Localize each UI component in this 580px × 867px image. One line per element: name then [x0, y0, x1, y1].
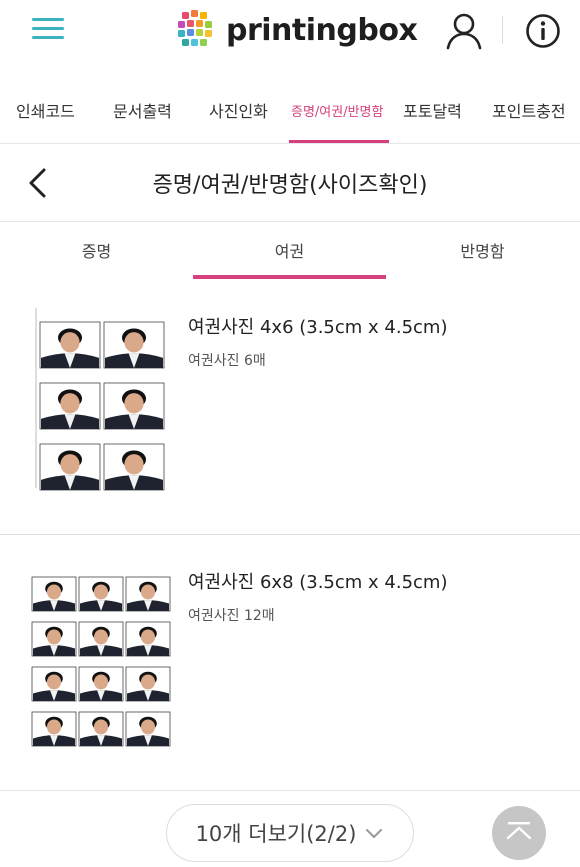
category-id-passport[interactable]: 증명/여권/반명함 [291, 101, 383, 120]
portrait-tile [78, 621, 124, 657]
portrait-tile [78, 576, 124, 612]
passport-4x6-thumbnail [34, 308, 170, 498]
portrait-tile [103, 321, 165, 369]
portrait-tile [39, 321, 101, 369]
portrait-tile [125, 576, 171, 612]
portrait-tile [125, 621, 171, 657]
portrait-tile [78, 666, 124, 702]
category-active-underline [289, 140, 389, 143]
product-item-4x6[interactable]: 여권사진 4x6 (3.5cm x 4.5cm) 여권사진 6매 [0, 300, 580, 534]
portrait-tile [31, 576, 77, 612]
product-subtitle: 여권사진 12매 [188, 608, 275, 624]
tab-passport[interactable]: 여권 [193, 238, 386, 262]
tab-id-photo[interactable]: 증명 [0, 238, 193, 262]
load-more-button[interactable]: 10개 더보기(2/2) [166, 804, 414, 862]
portrait-tile [103, 382, 165, 430]
category-print-code[interactable]: 인쇄코드 [16, 98, 75, 122]
portrait-tile [31, 711, 77, 747]
scroll-to-top-icon[interactable] [492, 806, 546, 860]
tab-half-business-card[interactable]: 반명함 [386, 238, 579, 262]
portrait-tile [103, 443, 165, 491]
product-title: 여권사진 4x6 (3.5cm x 4.5cm) [188, 317, 448, 338]
product-divider [0, 534, 580, 535]
portrait-tile [78, 711, 124, 747]
page-title: 증명/여권/반명함(사이즈확인) [152, 173, 428, 198]
product-title: 여권사진 6x8 (3.5cm x 4.5cm) [188, 572, 448, 593]
load-more-label: 10개 더보기(2/2) [195, 822, 357, 846]
portrait-tile [125, 666, 171, 702]
portrait-tile [125, 711, 171, 747]
product-subtitle: 여권사진 6매 [188, 353, 266, 369]
passport-6x8-thumbnail [30, 575, 176, 751]
logo-text: printingbox [226, 12, 418, 48]
logo[interactable]: printingbox [176, 8, 418, 52]
portrait-tile [39, 382, 101, 430]
category-photo-calendar[interactable]: 포토달력 [403, 98, 462, 122]
hamburger-menu-icon[interactable] [30, 14, 66, 44]
footer-divider [0, 790, 580, 791]
portrait-tile [31, 621, 77, 657]
category-photo-print[interactable]: 사진인화 [209, 98, 268, 122]
info-icon[interactable] [525, 13, 561, 49]
portrait-tile [39, 443, 101, 491]
category-point-charge[interactable]: 포인트충전 [492, 98, 566, 122]
user-icon[interactable] [444, 12, 484, 50]
header-divider [502, 16, 503, 44]
chevron-down-icon [366, 829, 383, 838]
sub-tabs: 증명 여권 반명함 [0, 222, 580, 280]
tab-active-underline [193, 275, 386, 279]
category-document-print[interactable]: 문서출력 [113, 98, 172, 122]
product-item-6x8[interactable]: 여권사진 6x8 (3.5cm x 4.5cm) 여권사진 12매 [0, 555, 580, 755]
portrait-tile [31, 666, 77, 702]
logo-cube-icon [178, 10, 212, 46]
app-header: printingbox [0, 0, 580, 64]
category-nav: 인쇄코드 문서출력 사진인화 증명/여권/반명함 포토달력 포인트충전 [0, 80, 580, 144]
title-bar: 증명/여권/반명함(사이즈확인) [0, 145, 580, 222]
